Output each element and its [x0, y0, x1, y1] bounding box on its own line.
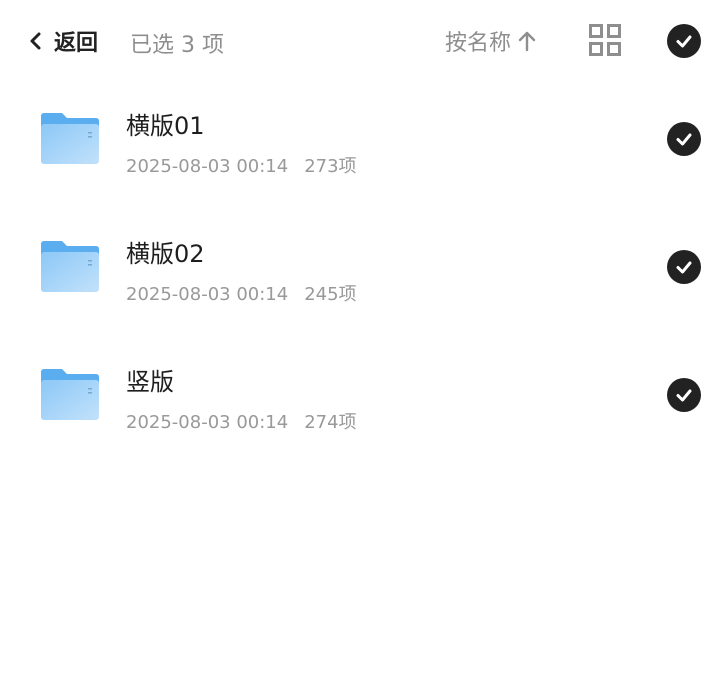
grid-view-icon — [589, 24, 621, 56]
folder-meta: 2025-08-03 00:14 273项 — [126, 152, 357, 178]
folder-icon — [40, 240, 100, 294]
check-icon — [676, 35, 692, 48]
back-button[interactable]: 返回 — [26, 24, 98, 58]
chevron-left-icon — [30, 32, 41, 50]
file-selection-screen: 返回 已选 3 项 按名称 横版01 2025-08-03 00:14 273项… — [0, 0, 712, 699]
folder-icon — [40, 112, 100, 166]
folder-date: 2025-08-03 00:14 — [126, 156, 289, 177]
grid-view-button[interactable] — [588, 23, 622, 57]
folder-meta: 2025-08-03 00:14 245项 — [126, 280, 357, 306]
folder-item-count: 273项 — [304, 156, 357, 177]
folder-name: 竖版 — [126, 368, 174, 396]
folder-icon — [40, 368, 100, 422]
folder-item-count: 245项 — [304, 284, 357, 305]
folder-select-checkbox[interactable] — [667, 250, 701, 284]
selection-count: 已选 3 项 — [130, 33, 224, 58]
folder-meta: 2025-08-03 00:14 274项 — [126, 408, 357, 434]
folder-name: 横版02 — [126, 240, 205, 268]
sort-label: 按名称 — [445, 31, 512, 56]
sort-by-name-button[interactable]: 按名称 — [445, 24, 537, 58]
folder-name: 横版01 — [126, 112, 205, 140]
check-icon — [676, 261, 692, 274]
folder-date: 2025-08-03 00:14 — [126, 412, 289, 433]
check-icon — [676, 133, 692, 146]
list-item[interactable]: 横版01 2025-08-03 00:14 273项 — [0, 82, 712, 210]
select-all-checkbox[interactable] — [667, 24, 701, 58]
folder-item-count: 274项 — [304, 412, 357, 433]
check-icon — [676, 389, 692, 402]
folder-date: 2025-08-03 00:14 — [126, 284, 289, 305]
arrow-up-icon — [518, 31, 536, 52]
folder-list: 横版01 2025-08-03 00:14 273项 横版02 2025-08-… — [0, 82, 712, 466]
folder-select-checkbox[interactable] — [667, 378, 701, 412]
selection-header: 返回 已选 3 项 按名称 — [0, 0, 712, 82]
list-item[interactable]: 横版02 2025-08-03 00:14 245项 — [0, 210, 712, 338]
list-item[interactable]: 竖版 2025-08-03 00:14 274项 — [0, 338, 712, 466]
back-label: 返回 — [54, 31, 99, 56]
folder-select-checkbox[interactable] — [667, 122, 701, 156]
